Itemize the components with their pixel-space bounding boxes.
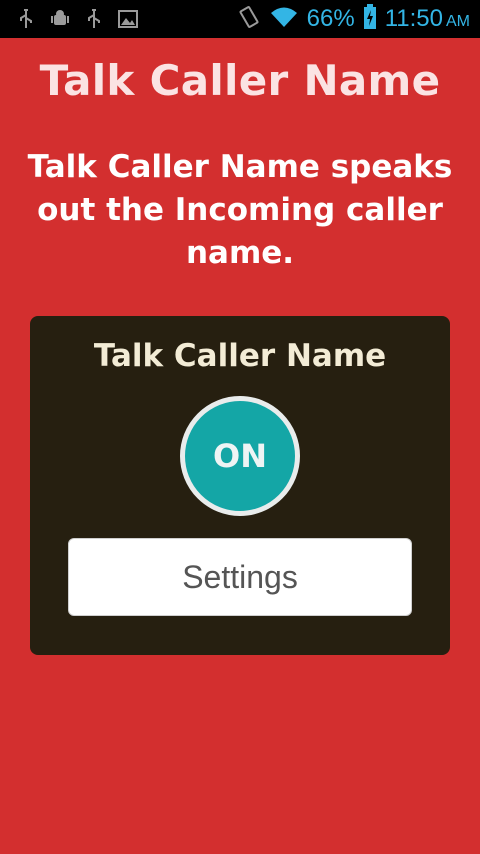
image-icon	[118, 8, 138, 30]
usb-icon	[84, 8, 104, 30]
power-toggle-button[interactable]: ON	[180, 396, 300, 516]
usb-icon	[16, 8, 36, 30]
vibrate-icon	[237, 5, 261, 33]
settings-button[interactable]: Settings	[68, 538, 412, 616]
wifi-icon	[269, 5, 299, 33]
notification-icons	[16, 8, 138, 30]
page-title: Talk Caller Name	[39, 56, 441, 105]
app-description: Talk Caller Name speaks out the Incoming…	[27, 149, 453, 271]
battery-percent: 66%	[306, 5, 355, 32]
android-debug-icon	[50, 8, 70, 30]
card-title: Talk Caller Name	[93, 338, 387, 374]
clock-time: 11:50	[384, 5, 443, 32]
clock: 11:50 AM	[385, 5, 470, 33]
control-card: Talk Caller Name ON Settings	[30, 316, 450, 655]
clock-ampm: AM	[446, 13, 470, 30]
battery-charging-icon	[363, 4, 377, 34]
status-bar: 66% 11:50 AM	[0, 0, 480, 38]
system-status: 66% 11:50 AM	[237, 4, 470, 34]
